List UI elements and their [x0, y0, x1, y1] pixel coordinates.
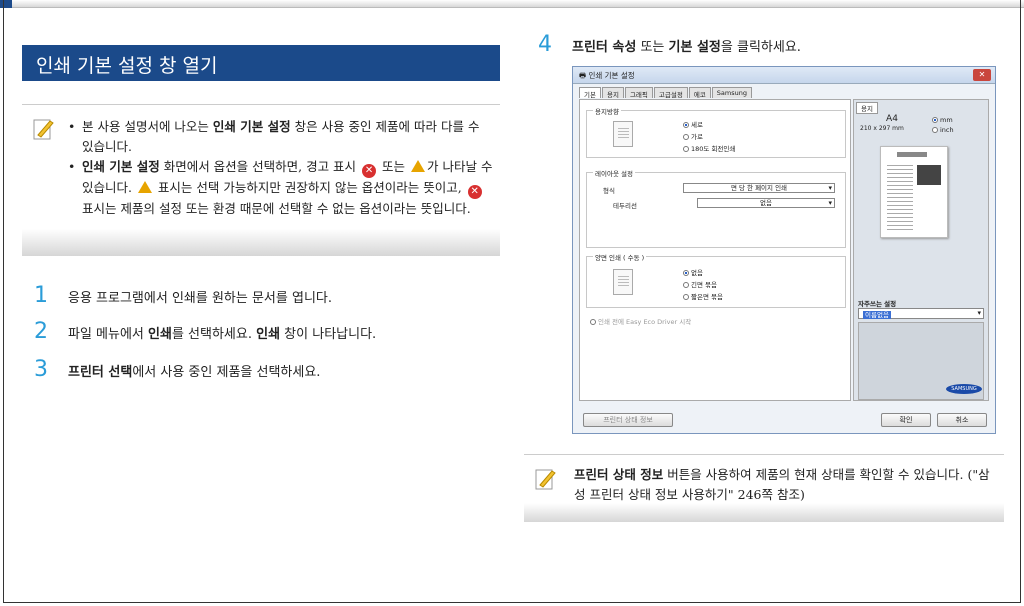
dialog-tabs: 기본 용지 그래픽 고급설정 에코 Samsung	[579, 87, 753, 99]
page-preview	[880, 146, 948, 238]
info-bold: 프린터 상태 정보	[574, 467, 664, 482]
favorites-select[interactable]: 이름없음	[858, 308, 984, 319]
paper-size: A4	[886, 114, 898, 124]
warning-icon	[411, 160, 425, 172]
tab-samsung[interactable]: Samsung	[711, 87, 752, 98]
radio-label: 세로	[691, 121, 703, 129]
eco-driver-checkbox[interactable]: 인쇄 전에 Easy Eco Driver 시작	[590, 316, 691, 326]
preview-image	[917, 165, 941, 185]
step-text-part: 을 클릭하세요.	[720, 40, 801, 55]
step-text: 파일 메뉴에서 인쇄를 선택하세요. 인쇄 창이 나타납니다.	[68, 323, 376, 342]
preview-pane: 용지 A4 210 x 297 mm mm inch 자주쓰는 설정 이름없음 …	[853, 99, 989, 401]
warning-icon	[137, 181, 152, 193]
layout-group: 레이아웃 설정 형식 면 당 한 페이지 인쇄 테두리선 없음	[586, 168, 846, 248]
dialog-titlebar: 🖶 인쇄 기본 설정 ✕	[573, 67, 995, 84]
step-number: 4	[538, 32, 552, 57]
info-text: 프린터 상태 정보 버튼을 사용하여 제품의 현재 상태를 확인할 수 있습니다…	[574, 465, 1000, 505]
step-bold: 기본 설정	[668, 40, 721, 55]
note-text: 표시는 제품의 설정 또는 환경 때문에 선택할 수 없는 옵션이라는 뜻입니다…	[82, 201, 471, 216]
preview-text-lines	[887, 165, 913, 231]
step-text: 프린터 속성 또는 기본 설정을 클릭하세요.	[572, 36, 801, 55]
portrait-radio[interactable]: 세로	[683, 119, 703, 129]
step-number: 2	[34, 319, 48, 344]
step-text-part: 또는	[636, 40, 669, 55]
checkbox-label: 180도 회전인쇄	[691, 145, 736, 153]
step-bold: 프린터 선택	[68, 365, 133, 380]
note-icon	[33, 119, 54, 140]
samsung-logo: SAMSUNG	[946, 384, 982, 394]
section-title: 인쇄 기본 설정 창 열기	[22, 45, 500, 81]
error-icon: ✕	[467, 185, 482, 199]
rotate-180-checkbox[interactable]: 180도 회전인쇄	[683, 143, 735, 153]
step-text-part: 창이 나타납니다.	[280, 327, 377, 342]
step-text-part: 를 선택하세요.	[171, 327, 257, 342]
step-bold: 인쇄	[148, 327, 172, 342]
layout-type-label: 형식	[603, 187, 615, 195]
ok-button[interactable]: 확인	[881, 413, 931, 427]
landscape-radio[interactable]: 가로	[683, 131, 703, 141]
preview-tab[interactable]: 용지	[856, 102, 878, 114]
group-label: 양면 인쇄 ( 수동 )	[593, 252, 647, 262]
group-label: 용지방향	[593, 106, 621, 116]
checkbox-label: 인쇄 전에 Easy Eco Driver 시작	[598, 318, 692, 326]
step-number: 3	[34, 357, 48, 382]
radio-label: inch	[940, 126, 954, 134]
unit-inch-radio[interactable]: inch	[932, 126, 954, 134]
border-label: 테두리선	[613, 202, 637, 210]
dialog-title: 인쇄 기본 설정	[588, 71, 635, 80]
tab-eco[interactable]: 에코	[688, 87, 711, 99]
select-value: 이름없음	[863, 311, 891, 319]
step-text-part: 파일 메뉴에서	[68, 327, 149, 342]
duplex-none-radio[interactable]: 없음	[683, 267, 703, 277]
duplex-long-radio[interactable]: 긴면 묶음	[683, 279, 717, 289]
note-bold: 인쇄 기본 설정	[82, 159, 160, 174]
favorites-label: 자주쓰는 설정	[858, 300, 897, 308]
note-list: 본 사용 설명서에 나오는 인쇄 기본 설정 창은 사용 중인 제품에 따라 다…	[68, 117, 493, 219]
info-note: 프린터 상태 정보 버튼을 사용하여 제품의 현재 상태를 확인할 수 있습니다…	[524, 454, 1004, 522]
step-bold: 인쇄	[256, 327, 281, 342]
print-preferences-dialog: 🖶 인쇄 기본 설정 ✕ 기본 용지 그래픽 고급설정 에코 Samsung 용…	[572, 66, 996, 434]
note-text: 본 사용 설명서에 나오는	[82, 119, 213, 134]
close-button[interactable]: ✕	[973, 69, 991, 81]
settings-pane: 용지방향 세로 가로 180도 회전인쇄 레이아웃 설정 형식 면 당 한 페이…	[579, 99, 851, 401]
border-select[interactable]: 없음	[697, 198, 835, 208]
step-text: 프린터 선택에서 사용 중인 제품을 선택하세요.	[68, 361, 320, 380]
radio-label: 짧은면 묶음	[691, 293, 723, 301]
note-icon	[535, 469, 556, 490]
step-text-part: 에서 사용 중인 제품을 선택하세요.	[132, 365, 321, 380]
step-text: 응용 프로그램에서 인쇄를 원하는 문서를 엽니다.	[68, 291, 332, 306]
note-bold: 인쇄 기본 설정	[212, 119, 291, 134]
note-text: 또는	[378, 159, 409, 174]
duplex-short-radio[interactable]: 짧은면 묶음	[683, 291, 723, 301]
note-box: 본 사용 설명서에 나오는 인쇄 기본 설정 창은 사용 중인 제품에 따라 다…	[22, 104, 500, 256]
note-item: 인쇄 기본 설정 화면에서 옵션을 선택하면, 경고 표시 ✕ 또는 가 나타날…	[68, 157, 493, 219]
cancel-button[interactable]: 취소	[937, 413, 987, 427]
step-bold: 프린터 속성	[572, 40, 637, 55]
group-label: 레이아웃 설정	[593, 168, 635, 178]
orientation-preview-icon	[613, 121, 633, 147]
radio-label: 가로	[691, 133, 703, 141]
note-item: 본 사용 설명서에 나오는 인쇄 기본 설정 창은 사용 중인 제품에 따라 다…	[68, 117, 493, 157]
error-icon: ✕	[362, 164, 377, 178]
duplex-preview-icon	[613, 269, 633, 295]
tab-advanced[interactable]: 고급설정	[653, 87, 688, 99]
paper-dimensions: 210 x 297 mm	[860, 125, 904, 132]
printer-status-button[interactable]: 프린터 상태 정보	[583, 413, 673, 427]
radio-label: 긴면 묶음	[691, 281, 717, 289]
unit-mm-radio[interactable]: mm	[932, 116, 953, 124]
select-value: 면 당 한 페이지 인쇄	[730, 184, 788, 192]
orientation-group: 용지방향 세로 가로 180도 회전인쇄	[586, 106, 846, 158]
note-text: 화면에서 옵션을 선택하면, 경고 표시	[159, 159, 361, 174]
radio-label: mm	[940, 116, 953, 124]
layout-type-select[interactable]: 면 당 한 페이지 인쇄	[683, 183, 835, 193]
tab-basic[interactable]: 기본	[579, 87, 601, 99]
step-number: 1	[34, 283, 48, 308]
radio-label: 없음	[691, 269, 703, 277]
note-text: 표시는 선택 가능하지만 권장하지 않는 옵션이라는 뜻이고,	[153, 180, 466, 195]
tab-graphics[interactable]: 그래픽	[624, 87, 653, 99]
preview-logo	[897, 152, 927, 157]
select-value: 없음	[760, 199, 772, 207]
tab-paper[interactable]: 용지	[601, 87, 624, 99]
duplex-group: 양면 인쇄 ( 수동 ) 없음 긴면 묶음 짧은면 묶음	[586, 252, 846, 308]
